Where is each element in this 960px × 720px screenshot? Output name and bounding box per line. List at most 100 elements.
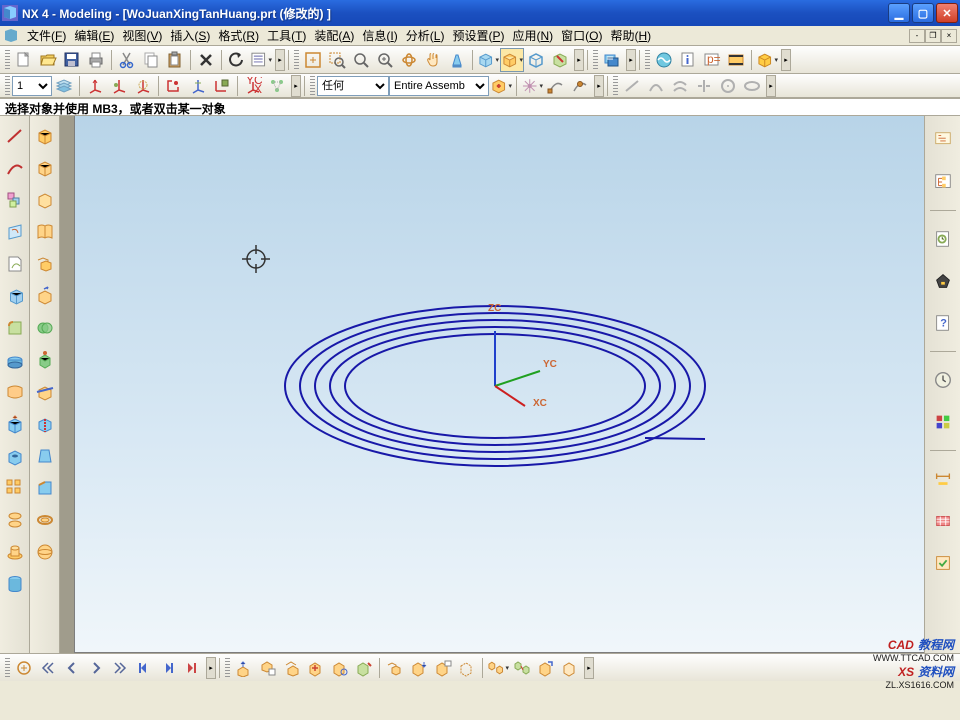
boss-icon[interactable] — [3, 540, 27, 564]
component-btn4[interactable] — [455, 656, 479, 680]
clock-icon[interactable] — [929, 366, 957, 394]
ellipse-tool-button[interactable] — [740, 74, 764, 98]
component-btn2[interactable] — [407, 656, 431, 680]
toolbar-grip[interactable] — [225, 658, 230, 678]
toolbar-overflow-icon[interactable]: ▸ — [594, 75, 604, 97]
circle-tool-button[interactable] — [716, 74, 740, 98]
info-button[interactable] — [676, 48, 700, 72]
see-thru-button[interactable] — [524, 48, 548, 72]
app-menu-icon[interactable] — [3, 28, 19, 44]
paste-button[interactable] — [163, 48, 187, 72]
minimize-button[interactable]: ▁ — [888, 3, 910, 23]
assembly-filter-combo[interactable]: Entire Assemb — [389, 76, 489, 96]
component-btn1[interactable] — [383, 656, 407, 680]
pattern-icon[interactable] — [3, 476, 27, 500]
check-icon[interactable] — [929, 549, 957, 577]
maximize-button[interactable]: ▢ — [912, 3, 934, 23]
snap-end-button[interactable] — [544, 74, 568, 98]
datum-plane-icon[interactable] — [3, 188, 27, 212]
wcs-rotate-button[interactable] — [131, 74, 155, 98]
sketch-arc-icon[interactable] — [3, 156, 27, 180]
arc-tool-button[interactable] — [644, 74, 668, 98]
layer-settings-button[interactable] — [600, 48, 624, 72]
hole-icon[interactable] — [3, 444, 27, 468]
print-button[interactable] — [84, 48, 108, 72]
undo-list-button[interactable]: ▾ — [249, 48, 273, 72]
database-icon[interactable] — [3, 572, 27, 596]
nav-forward-icon[interactable] — [84, 656, 108, 680]
fit-view-button[interactable] — [301, 48, 325, 72]
menu-t[interactable]: 工具(T) — [263, 28, 310, 44]
wcs-origin-button[interactable] — [107, 74, 131, 98]
toolbar-overflow-icon[interactable]: ▸ — [291, 75, 301, 97]
wave-link-button[interactable] — [652, 48, 676, 72]
menu-l[interactable]: 分析(L) — [402, 28, 449, 44]
wireframe-view-button[interactable]: ▾ — [500, 48, 524, 72]
chamfer-icon[interactable] — [33, 476, 57, 500]
mirror-icon[interactable] — [3, 508, 27, 532]
assembly-btn5[interactable] — [328, 656, 352, 680]
toolbar-grip[interactable] — [5, 76, 10, 96]
snap-mid-button[interactable] — [568, 74, 592, 98]
shaded-view-button[interactable]: ▾ — [476, 48, 500, 72]
menu-n[interactable]: 应用(N) — [508, 28, 557, 44]
menu-f[interactable]: 文件(F) — [23, 28, 70, 44]
nav-skip-back-icon[interactable] — [132, 656, 156, 680]
toolbar-grip[interactable] — [593, 50, 598, 70]
toolbar-grip[interactable] — [613, 76, 618, 96]
offset-face-icon[interactable] — [33, 284, 57, 308]
selection-filter-combo[interactable]: 1 — [12, 76, 52, 96]
subtract-icon[interactable] — [33, 348, 57, 372]
snap-point-button[interactable]: ▾ — [520, 74, 544, 98]
toolbar-overflow-icon[interactable]: ▸ — [275, 49, 285, 71]
toolbar-overflow-icon[interactable]: ▸ — [626, 49, 636, 71]
explode-btn1[interactable]: ▾ — [486, 656, 510, 680]
revolve-icon[interactable] — [3, 348, 27, 372]
draft-icon[interactable] — [33, 444, 57, 468]
type-filter-combo[interactable]: 任何 — [317, 76, 389, 96]
pan-button[interactable] — [421, 48, 445, 72]
menu-s[interactable]: 插入(S) — [166, 28, 214, 44]
palette-icon[interactable] — [929, 408, 957, 436]
book-icon[interactable] — [33, 220, 57, 244]
history-icon[interactable] — [929, 225, 957, 253]
assembly-btn6[interactable] — [352, 656, 376, 680]
page-icon[interactable] — [3, 252, 27, 276]
menu-h[interactable]: 帮助(H) — [606, 28, 655, 44]
toolbar-grip[interactable] — [5, 658, 10, 678]
arc2-tool-button[interactable] — [668, 74, 692, 98]
rotate-view-button[interactable] — [397, 48, 421, 72]
explode-btn2[interactable] — [510, 656, 534, 680]
explode-btn4[interactable] — [558, 656, 582, 680]
menu-o[interactable]: 窗口(O) — [557, 28, 606, 44]
split-body-icon[interactable] — [33, 412, 57, 436]
menu-e[interactable]: 编辑(E) — [70, 28, 118, 44]
sketch-line-icon[interactable] — [3, 124, 27, 148]
assembly-btn4[interactable] — [304, 656, 328, 680]
selection-scope-button[interactable]: ▾ — [489, 74, 513, 98]
instance-icon[interactable] — [33, 252, 57, 276]
assembly-btn1[interactable] — [232, 656, 256, 680]
sphere-icon[interactable] — [33, 540, 57, 564]
nav-first-icon[interactable] — [12, 656, 36, 680]
menu-p[interactable]: 预设置(P) — [448, 28, 508, 44]
toolbar-grip[interactable] — [294, 50, 299, 70]
wcs-save-button[interactable] — [210, 74, 234, 98]
extrude-icon[interactable] — [3, 412, 27, 436]
unite-icon[interactable] — [33, 316, 57, 340]
assembly-navigator-icon[interactable] — [929, 168, 957, 196]
toolbar-grip[interactable] — [645, 50, 650, 70]
section-view-button[interactable] — [548, 48, 572, 72]
graphics-viewport[interactable]: ZC YC XC — [75, 116, 924, 652]
toolbar-overflow-icon[interactable]: ▸ — [206, 657, 216, 679]
sketch-icon[interactable] — [3, 220, 27, 244]
zoom-area-button[interactable] — [325, 48, 349, 72]
mdi-minimize-button[interactable]: - — [909, 29, 925, 43]
dimension-icon[interactable] — [929, 465, 957, 493]
menu-r[interactable]: 格式(R) — [214, 28, 263, 44]
roles-icon[interactable] — [929, 267, 957, 295]
box-primitive-icon[interactable] — [33, 124, 57, 148]
open-file-button[interactable] — [36, 48, 60, 72]
movie-button[interactable] — [724, 48, 748, 72]
menu-v[interactable]: 视图(V) — [118, 28, 166, 44]
